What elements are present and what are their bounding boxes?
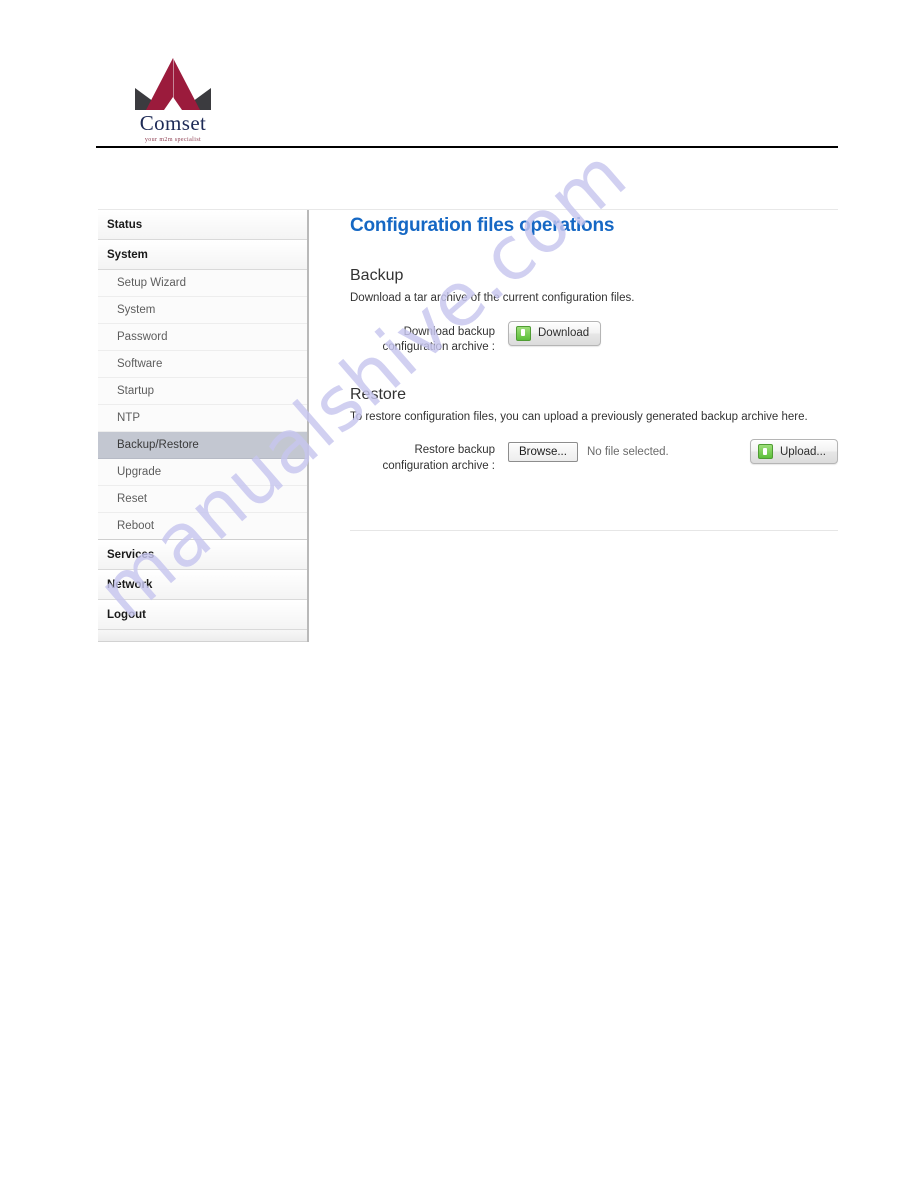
download-green-icon [516,325,531,341]
restore-section: Restore To restore configuration files, … [350,386,838,532]
content-bottom-divider [350,530,838,532]
download-button-label: Download [538,327,590,340]
sidebar-group-network[interactable]: Network [98,570,307,600]
sidebar-footer-strip [98,630,307,642]
restore-description: To restore configuration files, you can … [350,410,808,423]
browse-file-button[interactable]: Browse... [508,441,578,462]
sidebar-group-logout[interactable]: Logout [98,600,307,630]
brand-logo: Comset your m2m specialist [118,56,228,143]
page-header: Comset your m2m specialist [96,56,838,148]
brand-tagline: your m2m specialist [144,137,202,143]
logo-notch-icon [164,97,182,110]
sidebar-item-upgrade[interactable]: Upgrade [98,459,307,486]
restore-backup-row: Restore backup configuration archive : B… [350,439,838,474]
upload-button-label: Upload... [779,445,826,458]
restore-heading: Restore [350,385,407,403]
sidebar-item-backup-restore[interactable]: Backup/Restore [98,432,307,459]
sidebar-item-startup[interactable]: Startup [98,378,307,405]
selected-file-status: No file selected. [586,445,669,458]
download-button[interactable]: Download [508,320,602,346]
sidebar-item-setup-wizard[interactable]: Setup Wizard [98,270,307,297]
main-content: Configuration files operations Backup Do… [350,210,838,532]
sidebar-item-password[interactable]: Password [98,324,307,351]
upload-button[interactable]: Upload... [749,439,838,465]
page-title: Configuration files operations [350,215,615,236]
sidebar-item-ntp[interactable]: NTP [98,405,307,432]
sidebar-item-reboot[interactable]: Reboot [98,513,307,540]
upload-green-icon [757,444,773,460]
download-backup-row: Download backup configuration archive : … [350,320,838,356]
sidebar-item-system[interactable]: System [98,297,307,324]
sidebar-item-software[interactable]: Software [98,351,307,378]
header-divider [96,146,838,148]
sidebar-item-reset[interactable]: Reset [98,486,307,513]
comset-pyramid-logo-icon [135,56,211,110]
restore-backup-label: Restore backup configuration archive : [382,444,495,472]
backup-description: Download a tar archive of the current co… [350,292,635,304]
sidebar-navigation: Status System Setup Wizard System Passwo… [98,210,309,642]
backup-heading: Backup [350,267,404,284]
sidebar-group-status[interactable]: Status [98,210,307,240]
download-backup-label: Download backup configuration archive : [382,325,495,354]
backup-section: Backup Download a tar archive of the cur… [350,267,838,356]
sidebar-group-system[interactable]: System [98,240,307,270]
brand-wordmark: Comset [139,111,207,135]
sidebar-group-services[interactable]: Services [98,540,307,570]
